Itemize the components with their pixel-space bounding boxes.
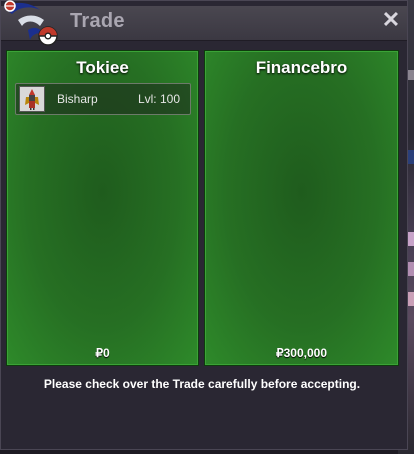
money-offer-right: ₽300,000 <box>275 346 327 360</box>
trade-item-slot[interactable]: Bisharp Lvl: 100 <box>15 83 191 115</box>
trade-panel-left: Tokiee Bisharp Lvl: 100 ₽0 <box>6 50 199 366</box>
background-detail <box>408 292 414 306</box>
trade-notice: Please check over the Trade carefully be… <box>43 377 361 391</box>
money-offer-left: ₽0 <box>95 346 110 360</box>
background-detail <box>408 232 414 246</box>
background-detail <box>408 70 414 80</box>
trade-panel-right: Financebro ₽300,000 <box>204 50 399 366</box>
background-detail <box>408 262 414 276</box>
trader-name-right: Financebro <box>255 58 348 77</box>
close-icon[interactable]: ✕ <box>381 9 401 31</box>
background-detail <box>408 150 414 164</box>
bisharp-sprite-icon <box>19 86 45 112</box>
trader-name-left: Tokiee <box>76 58 129 77</box>
item-name: Bisharp <box>57 92 98 106</box>
window-title: Trade <box>70 10 125 32</box>
item-level: Lvl: 100 <box>137 92 180 106</box>
pokeball-logo-icon <box>0 0 64 48</box>
trade-window: Trade ✕ Tokiee Bisharp Lvl: 100 ₽0 Finan… <box>0 0 408 450</box>
